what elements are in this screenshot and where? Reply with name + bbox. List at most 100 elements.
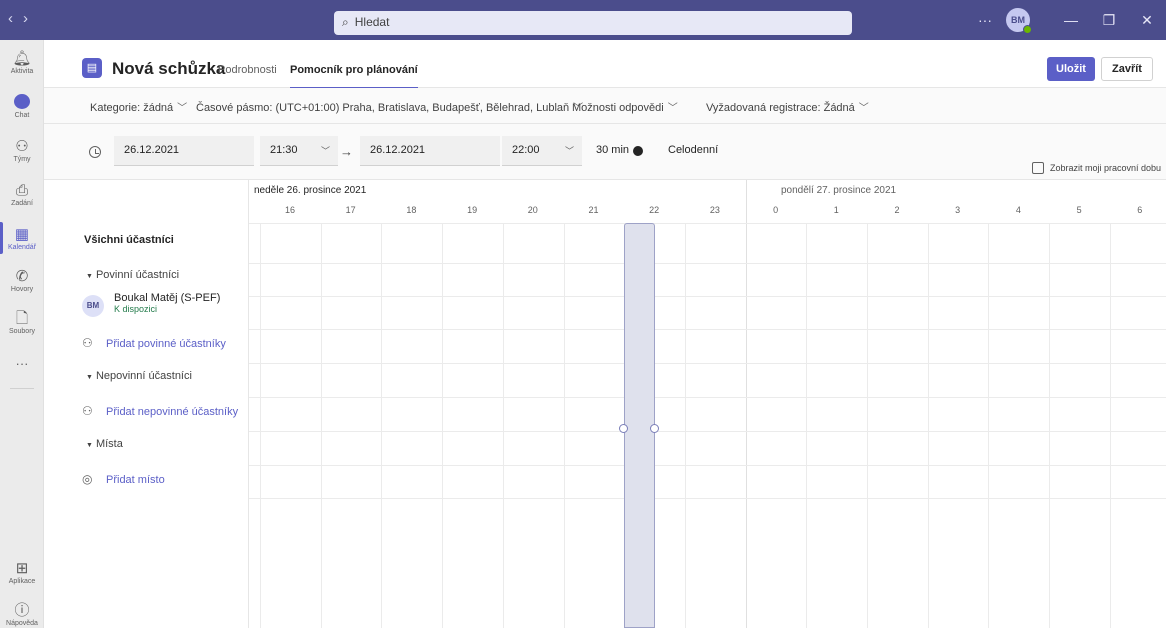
add-person-icon: ⚇ (82, 336, 93, 350)
timeline[interactable]: neděle 26. prosince 2021 pondělí 27. pro… (249, 180, 1166, 628)
page-title: Nová schůzka (112, 59, 226, 78)
rail-item-activity[interactable]: 🔔︎ Aktivita (0, 50, 44, 75)
chevron-down-icon: ﹀ (320, 146, 330, 156)
hour-label: 4 (1015, 205, 1021, 215)
calendar-icon: ▤ (82, 58, 102, 78)
back-icon[interactable]: ‹ (8, 10, 23, 27)
user-avatar[interactable]: BM (1006, 8, 1032, 34)
clock-icon (89, 146, 101, 158)
required-section-toggle[interactable]: ▼ Povinní účastníci (44, 269, 249, 281)
hour-label: 0 (773, 205, 779, 215)
rail-item-teams[interactable]: ⚇ Týmy (0, 138, 44, 163)
tab-scheduling-assistant[interactable]: Pomocník pro plánování (290, 64, 418, 89)
more-options-icon[interactable]: ··· (978, 12, 992, 28)
hour-label: 5 (1076, 205, 1082, 215)
caret-down-icon: ▼ (86, 442, 93, 449)
rail-item-help[interactable]: ⓘ Nápověda (0, 602, 44, 627)
rail-item-chat[interactable]: Chat (0, 94, 44, 119)
save-button[interactable]: Uložit (1047, 57, 1095, 81)
add-optional-attendees-button[interactable]: ⚇ Přidat nepovinné účastníky (44, 404, 249, 418)
day-divider (745, 180, 747, 628)
end-date-field[interactable]: 26.12.2021 (360, 136, 500, 166)
add-required-attendees-button[interactable]: ⚇ Přidat povinné účastníky (44, 336, 249, 350)
rail-label: Aplikace (8, 578, 36, 585)
hour-label: 22 (649, 205, 660, 215)
hour-gridline (260, 224, 261, 628)
show-work-hours-checkbox[interactable]: Zobrazit moji pracovní dobu (1032, 162, 1161, 174)
row-gridline (249, 223, 1166, 224)
registration-dropdown[interactable]: Vyžadovaná registrace: Žádná ﹀ (706, 99, 869, 114)
chevron-down-icon: ﹀ (667, 103, 678, 114)
rail-item-apps[interactable]: ⊞ Aplikace (0, 560, 44, 585)
time-row: 26.12.2021 21:30 ﹀ → 26.12.2021 22:00 ﹀ … (44, 124, 1166, 180)
attendees-column: Všichni účastníci ▼ Povinní účastníci BM … (44, 180, 249, 628)
hour-gridline (502, 224, 504, 628)
chevron-down-icon: ﹀ (177, 103, 188, 114)
hour-label: 6 (1137, 205, 1143, 215)
start-time-value: 21:30 (270, 144, 298, 156)
optional-section-toggle[interactable]: ▼ Nepovinní účastníci (44, 370, 249, 382)
category-dropdown[interactable]: Kategorie: žádná ﹀ (90, 99, 187, 114)
attendee-row[interactable]: BM Boukal Matěj (S-PEF) K dispozici (44, 292, 249, 325)
close-window-button[interactable]: ✕ (1128, 12, 1166, 29)
all-attendees-label: Všichni účastníci (84, 234, 174, 246)
search-placeholder: Hledat (354, 15, 390, 29)
all-day-toggle[interactable] (632, 145, 656, 157)
start-time-field[interactable]: 21:30 ﹀ (260, 136, 338, 166)
avatar: BM (82, 295, 104, 317)
forward-icon[interactable]: › (23, 10, 38, 27)
chevron-down-icon: ﹀ (564, 146, 574, 156)
rail-item-calls[interactable]: ✆ Hovory (0, 268, 44, 293)
day-label-monday: pondělí 27. prosince 2021 (781, 185, 897, 196)
toggle-knob (633, 146, 643, 156)
attendee-name: Boukal Matěj (S-PEF) (114, 292, 221, 304)
resize-start-handle[interactable] (619, 424, 628, 433)
add-person-icon: ⚇ (82, 404, 93, 418)
rail-label: Nápověda (6, 620, 38, 627)
add-place-button[interactable]: ◎ Přidat místo (44, 472, 249, 486)
rail-item-assignments[interactable]: ⎙ Zadání (0, 182, 44, 207)
hour-gridline (563, 224, 565, 628)
rail-label: Soubory (8, 328, 36, 335)
timezone-dropdown[interactable]: Časové pásmo: (UTC+01:00) Praha, Bratisl… (196, 99, 583, 114)
category-label: Kategorie: žádná (90, 102, 174, 114)
rail-more-button[interactable]: ··· (0, 356, 44, 371)
hour-gridline (867, 224, 868, 628)
rail-item-calendar[interactable]: ▦ Kalendář (0, 222, 44, 254)
apps-icon: ⊞ (15, 560, 29, 577)
phone-icon: ✆ (15, 268, 29, 285)
maximize-button[interactable]: ❐ (1090, 12, 1128, 29)
hour-label: 17 (345, 205, 356, 215)
row-gridline (249, 397, 1166, 398)
rail-label: Hovory (10, 286, 34, 293)
caret-down-icon: ▼ (86, 374, 93, 381)
attendee-status: K dispozici (114, 304, 158, 314)
caret-down-icon: ▼ (86, 273, 93, 280)
end-time-value: 22:00 (512, 144, 540, 156)
chevron-down-icon: ﹀ (858, 103, 869, 114)
rail-label: Zadání (11, 200, 33, 207)
response-options-dropdown[interactable]: Možnosti odpovědi ﹀ (572, 99, 678, 114)
places-section-toggle[interactable]: ▼ Místa (44, 438, 249, 450)
hour-label: 21 (588, 205, 599, 215)
rail-item-files[interactable]: 🗋 Soubory (0, 310, 44, 335)
hour-label: 19 (467, 205, 478, 215)
tab-details[interactable]: Podrobnosti (218, 64, 277, 76)
meeting-header: ▤ Nová schůzka Podrobnosti Pomocník pro … (44, 40, 1166, 89)
registration-label: Vyžadovaná registrace: Žádná (706, 102, 855, 114)
location-pin-icon: ◎ (82, 472, 93, 486)
start-date-field[interactable]: 26.12.2021 (114, 136, 254, 166)
row-gridline (249, 363, 1166, 364)
minimize-button[interactable]: — (1052, 12, 1090, 28)
close-button[interactable]: Zavřít (1101, 57, 1153, 81)
hour-gridline (1049, 224, 1051, 628)
response-options-label: Možnosti odpovědi (572, 102, 664, 114)
resize-end-handle[interactable] (650, 424, 659, 433)
search-input[interactable]: ⌕ Hledat (334, 11, 852, 35)
day-label-sunday: neděle 26. prosince 2021 (254, 185, 367, 196)
checkbox-icon (1032, 162, 1044, 174)
end-time-field[interactable]: 22:00 ﹀ (502, 136, 582, 166)
row-gridline (249, 465, 1166, 466)
add-optional-label: Přidat nepovinné účastníky (106, 406, 239, 418)
add-required-label: Přidat povinné účastníky (106, 338, 226, 350)
